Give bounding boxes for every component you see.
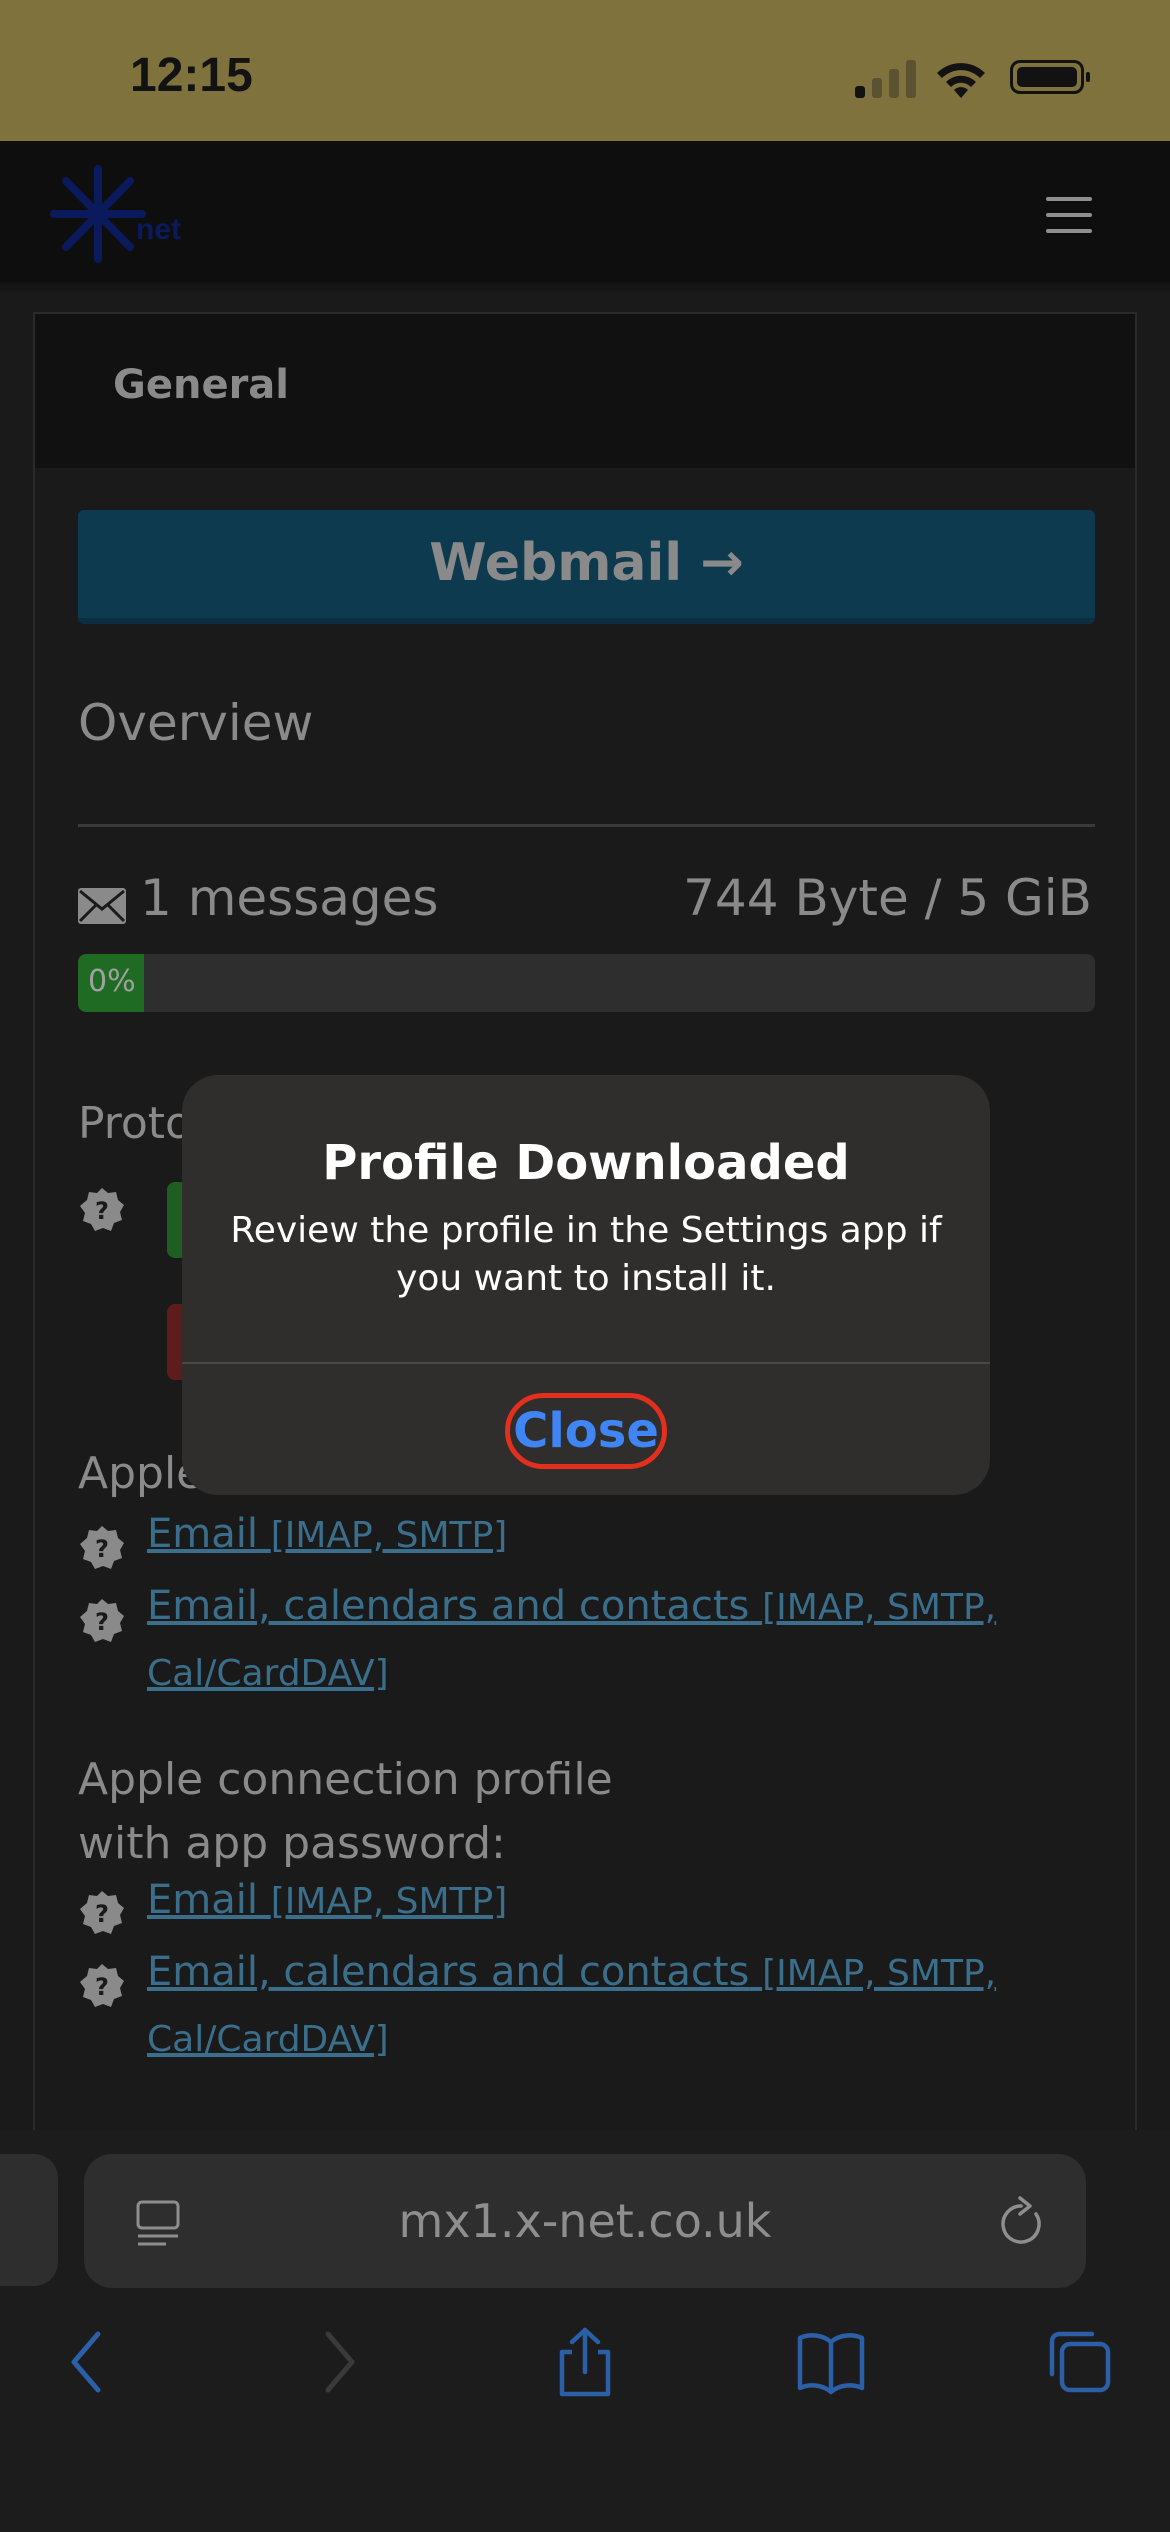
signal-icon <box>855 58 917 98</box>
profile-downloaded-dialog: Profile Downloaded Review the profile in… <box>182 1075 990 1495</box>
storage-quota: 744 Byte / 5 GiB <box>683 869 1092 927</box>
dialog-title: Profile Downloaded <box>322 1135 850 1191</box>
url-text: mx1.x-net.co.uk <box>398 2194 772 2248</box>
reload-icon[interactable] <box>996 2196 1046 2248</box>
dialog-message: Review the profile in the Settings app i… <box>230 1210 942 1299</box>
apple-app-password-label: Apple connection profile with app passwo… <box>78 1754 613 1869</box>
dialog-separator <box>182 1362 990 1364</box>
email-app-password-link[interactable]: Email [IMAP, SMTP] <box>147 1868 507 1934</box>
address-bar[interactable]: mx1.x-net.co.uk <box>84 2154 1086 2288</box>
tabs-icon[interactable] <box>1044 2326 1114 2398</box>
previous-tab-preview[interactable] <box>0 2154 58 2286</box>
back-icon[interactable] <box>52 2326 122 2398</box>
svg-text:?: ? <box>95 1900 109 1928</box>
quota-progress-label: 0% <box>88 964 136 999</box>
full-profile-link[interactable]: Email, calendars and contacts [IMAP, SMT… <box>147 1574 1047 1706</box>
full-app-password-link[interactable]: Email, calendars and contacts [IMAP, SMT… <box>147 1940 1047 2072</box>
browser-bottom-bar: mx1.x-net.co.uk <box>0 2130 1170 2532</box>
svg-text:?: ? <box>95 1973 109 2001</box>
email-profile-link[interactable]: Email [IMAP, SMTP] <box>147 1502 507 1568</box>
svg-text:?: ? <box>95 1197 109 1225</box>
message-count: 1 messages <box>140 869 439 927</box>
bookmarks-icon[interactable] <box>796 2326 866 2398</box>
help-icon[interactable]: ? <box>78 1186 126 1234</box>
help-icon[interactable]: ? <box>78 1524 126 1572</box>
svg-text:net: net <box>136 213 181 246</box>
wifi-icon <box>937 63 985 98</box>
hamburger-menu-button[interactable] <box>1046 197 1092 233</box>
close-button[interactable]: Close <box>505 1393 667 1469</box>
forward-icon <box>325 2331 355 2393</box>
divider <box>78 824 1095 827</box>
help-icon[interactable]: ? <box>78 1597 126 1645</box>
overview-heading: Overview <box>78 694 314 752</box>
quota-progress-bar: 0% <box>78 954 1095 1012</box>
x-net-logo-icon[interactable]: net <box>36 159 186 271</box>
protocols-label: Proto <box>78 1098 192 1149</box>
share-icon[interactable] <box>550 2326 620 2398</box>
status-bar: 12:15 <box>0 0 1170 141</box>
webmail-button[interactable]: Webmail → <box>78 510 1095 624</box>
battery-icon <box>1010 60 1090 94</box>
site-navbar: net <box>0 141 1170 291</box>
envelope-icon <box>78 888 126 924</box>
help-icon[interactable]: ? <box>78 1889 126 1937</box>
card-header: General <box>35 314 1135 468</box>
card-header-title: General <box>113 362 289 408</box>
svg-text:?: ? <box>95 1535 109 1563</box>
svg-text:?: ? <box>95 1608 109 1636</box>
help-icon[interactable]: ? <box>78 1962 126 2010</box>
status-time: 12:15 <box>130 49 253 102</box>
